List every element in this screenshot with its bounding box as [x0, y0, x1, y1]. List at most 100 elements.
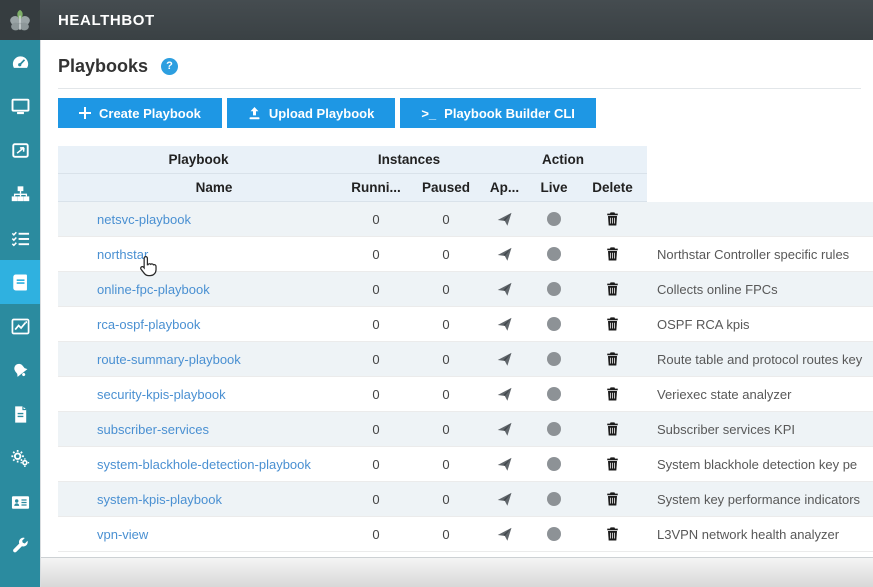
- create-playbook-label: Create Playbook: [99, 106, 201, 121]
- sidebar-item-alarms[interactable]: [0, 348, 40, 392]
- gears-icon: [11, 449, 30, 468]
- upload-playbook-button[interactable]: Upload Playbook: [227, 98, 395, 128]
- paused-count: 0: [413, 377, 479, 411]
- delete-playbook-icon[interactable]: [605, 351, 620, 367]
- live-status-icon[interactable]: [547, 492, 561, 506]
- row-description: Veriexec state analyzer: [647, 377, 873, 411]
- main-content: Playbooks ? Create Playbook Upload Playb…: [40, 40, 873, 587]
- playbook-name-link[interactable]: security-kpis-playbook: [89, 387, 226, 402]
- delete-playbook-icon[interactable]: [605, 281, 620, 297]
- playbook-name-link[interactable]: online-fpc-playbook: [89, 282, 210, 297]
- help-icon[interactable]: ?: [161, 58, 178, 75]
- table-row: northstar 0 0 Northstar Con: [58, 237, 873, 272]
- delete-playbook-icon[interactable]: [605, 526, 620, 542]
- playbook-name-link[interactable]: system-kpis-playbook: [89, 492, 222, 507]
- running-count: 0: [339, 517, 413, 551]
- gauge-icon: [11, 53, 30, 72]
- toolbar: Create Playbook Upload Playbook >_ Playb…: [41, 89, 873, 128]
- sidebar-item-graphs[interactable]: [0, 304, 40, 348]
- table-row: online-fpc-playbook 0 0 Col: [58, 272, 873, 307]
- apply-playbook-icon[interactable]: [496, 386, 513, 403]
- playbook-builder-cli-label: Playbook Builder CLI: [444, 106, 575, 121]
- delete-playbook-icon[interactable]: [605, 456, 620, 472]
- column-header-apply[interactable]: Ap...: [479, 174, 530, 202]
- live-status-icon[interactable]: [547, 212, 561, 226]
- delete-playbook-icon[interactable]: [605, 491, 620, 507]
- apply-playbook-icon[interactable]: [496, 281, 513, 298]
- terminal-icon: >_: [421, 106, 436, 121]
- sidebar-item-administration[interactable]: [0, 480, 40, 524]
- sitemap-icon: [11, 185, 30, 204]
- live-status-icon[interactable]: [547, 247, 561, 261]
- document-icon: [11, 405, 30, 424]
- table-row: system-kpis-playbook 0 0 Sy: [58, 482, 873, 517]
- live-status-icon[interactable]: [547, 457, 561, 471]
- bell-icon: [11, 361, 30, 380]
- table-row: vpn-view 0 0 L3VPN network: [58, 517, 873, 552]
- wrench-icon: [11, 537, 30, 556]
- apply-playbook-icon[interactable]: [496, 526, 513, 543]
- sidebar-item-network[interactable]: [0, 172, 40, 216]
- live-status-icon[interactable]: [547, 282, 561, 296]
- paused-count: 0: [413, 307, 479, 341]
- sidebar-item-rules[interactable]: [0, 216, 40, 260]
- apply-playbook-icon[interactable]: [496, 211, 513, 228]
- sidebar-item-reports[interactable]: [0, 392, 40, 436]
- live-status-icon[interactable]: [547, 317, 561, 331]
- sidebar-item-settings[interactable]: [0, 436, 40, 480]
- live-status-icon[interactable]: [547, 527, 561, 541]
- column-header-live[interactable]: Live: [530, 174, 578, 202]
- column-header-running[interactable]: Runni...: [339, 174, 413, 202]
- page-title: Playbooks: [58, 56, 148, 77]
- playbook-table-body: netsvc-playbook 0 0: [58, 202, 873, 552]
- playbook-name-link[interactable]: northstar: [89, 247, 148, 262]
- healthbot-logo[interactable]: [0, 0, 40, 40]
- delete-playbook-icon[interactable]: [605, 211, 620, 227]
- sidebar-item-tools[interactable]: [0, 524, 40, 568]
- running-count: 0: [339, 272, 413, 306]
- delete-playbook-icon[interactable]: [605, 421, 620, 437]
- column-header-name[interactable]: Name: [89, 174, 339, 202]
- apply-playbook-icon[interactable]: [496, 491, 513, 508]
- running-count: 0: [339, 482, 413, 516]
- playbook-name-link[interactable]: route-summary-playbook: [89, 352, 241, 367]
- sidebar-item-playbooks[interactable]: [0, 260, 40, 304]
- live-status-icon[interactable]: [547, 352, 561, 366]
- delete-playbook-icon[interactable]: [605, 246, 620, 262]
- playbook-name-link[interactable]: vpn-view: [89, 527, 148, 542]
- frame-arrow-icon: [11, 141, 30, 160]
- plus-icon: [79, 107, 91, 119]
- delete-playbook-icon[interactable]: [605, 316, 620, 332]
- app-title: HEALTHBOT: [40, 12, 155, 29]
- table-row: security-kpis-playbook 0 0: [58, 377, 873, 412]
- column-header-delete[interactable]: Delete: [578, 174, 647, 202]
- playbook-name-link[interactable]: subscriber-services: [89, 422, 209, 437]
- apply-playbook-icon[interactable]: [496, 316, 513, 333]
- playbook-name-link[interactable]: system-blackhole-detection-playbook: [89, 457, 311, 472]
- running-count: 0: [339, 202, 413, 236]
- playbook-builder-cli-button[interactable]: >_ Playbook Builder CLI: [400, 98, 596, 128]
- id-card-icon: [11, 493, 30, 512]
- sidebar-item-dashboard[interactable]: [0, 40, 40, 84]
- sidebar-item-devices[interactable]: [0, 84, 40, 128]
- apply-playbook-icon[interactable]: [496, 456, 513, 473]
- playbook-name-link[interactable]: netsvc-playbook: [89, 212, 191, 227]
- apply-playbook-icon[interactable]: [496, 246, 513, 263]
- paused-count: 0: [413, 237, 479, 271]
- live-status-icon[interactable]: [547, 387, 561, 401]
- live-status-icon[interactable]: [547, 422, 561, 436]
- paused-count: 0: [413, 482, 479, 516]
- sidebar-item-device-group[interactable]: [0, 128, 40, 172]
- column-header-paused[interactable]: Paused: [413, 174, 479, 202]
- row-description: Collects online FPCs: [647, 272, 873, 306]
- apply-playbook-icon[interactable]: [496, 351, 513, 368]
- chart-line-icon: [11, 317, 30, 336]
- apply-playbook-icon[interactable]: [496, 421, 513, 438]
- table-row: rca-ospf-playbook 0 0 OSPF: [58, 307, 873, 342]
- create-playbook-button[interactable]: Create Playbook: [58, 98, 222, 128]
- row-description: [647, 202, 873, 236]
- table-row: subscriber-services 0 0 Sub: [58, 412, 873, 447]
- playbook-name-link[interactable]: rca-ospf-playbook: [89, 317, 200, 332]
- delete-playbook-icon[interactable]: [605, 386, 620, 402]
- playbooks-table: Playbook Instances Action Name Runni... …: [58, 146, 873, 552]
